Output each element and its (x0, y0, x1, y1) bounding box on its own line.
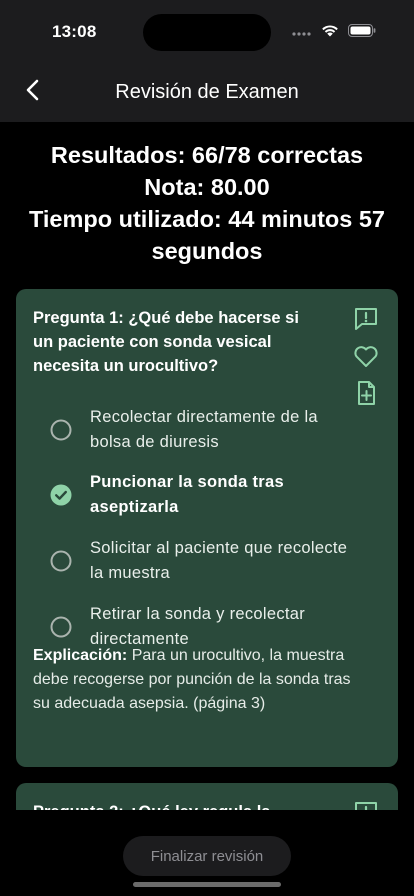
answer-options: Recolectar directamente de la bolsa de d… (50, 397, 350, 659)
answer-option-label: Solicitar al paciente que recolecte la m… (90, 538, 348, 582)
add-note-icon[interactable] (352, 379, 380, 407)
status-time: 13:08 (52, 22, 97, 41)
wifi-icon (321, 24, 339, 42)
home-indicator (133, 882, 281, 887)
battery-icon (348, 24, 376, 42)
check-circle-icon (50, 484, 72, 506)
question-title: Pregunta 2: ¿Qué ley regula la (33, 800, 323, 810)
answer-option[interactable]: Solicitar al paciente que recolecte la m… (50, 528, 350, 594)
radio-unselected-icon (50, 550, 72, 572)
results-summary: Resultados: 66/78 correctas Nota: 80.00 … (0, 122, 414, 267)
finish-review-button[interactable]: Finalizar revisión (123, 836, 291, 876)
status-icons (292, 24, 376, 42)
explanation-label: Explicación: (33, 647, 128, 664)
review-scroll-area[interactable]: Resultados: 66/78 correctas Nota: 80.00 … (0, 122, 414, 810)
explanation: Explicación: Para un urocultivo, la mues… (33, 644, 353, 716)
signal-icon (292, 24, 312, 42)
results-time: Tiempo utilizado: 44 minutos 57 segundos (28, 206, 386, 264)
answer-option-selected[interactable]: Puncionar la sonda tras aseptizarla (50, 463, 350, 529)
report-icon[interactable] (352, 305, 380, 333)
answer-option-label: Recolectar directamente de la bolsa de d… (90, 407, 318, 451)
dynamic-island (143, 14, 271, 51)
question-card: Pregunta 1: ¿Qué debe hacerse si un paci… (16, 289, 398, 767)
question-card: Pregunta 2: ¿Qué ley regula la (16, 783, 398, 810)
question-actions (352, 305, 380, 407)
answer-option-label: Puncionar la sonda tras aseptizarla (90, 473, 284, 517)
answer-option[interactable]: Recolectar directamente de la bolsa de d… (50, 397, 350, 463)
report-icon[interactable] (352, 799, 380, 810)
navigation-bar: Revisión de Examen (0, 64, 414, 122)
question-title: Pregunta 1: ¿Qué debe hacerse si un paci… (33, 309, 299, 375)
radio-unselected-icon (50, 616, 72, 638)
status-bar: 13:08 (0, 0, 414, 64)
heart-icon[interactable] (352, 342, 380, 370)
radio-unselected-icon (50, 419, 72, 441)
question-actions (352, 799, 380, 810)
page-title: Revisión de Examen (115, 81, 299, 103)
results-score: Resultados: 66/78 correctas (50, 142, 364, 168)
results-grade: Nota: 80.00 (144, 174, 270, 200)
